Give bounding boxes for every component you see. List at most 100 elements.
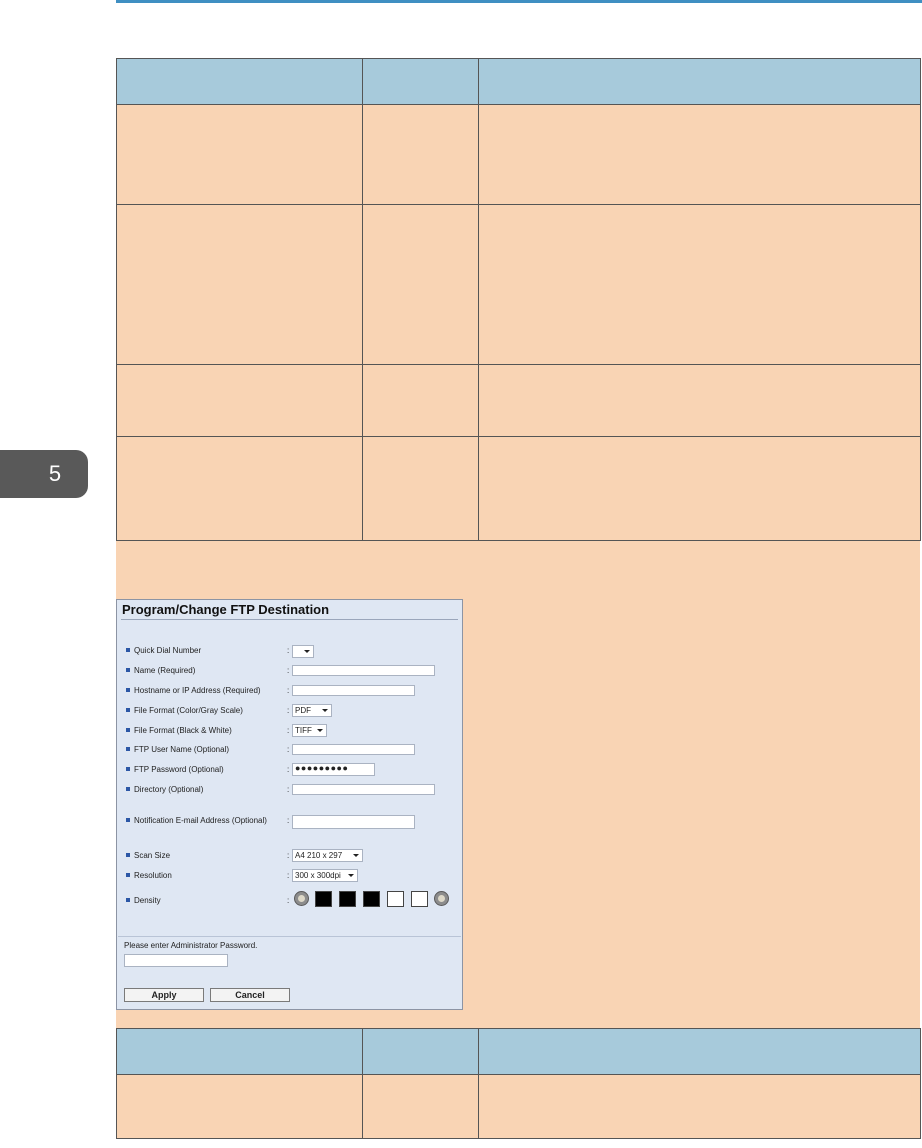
table-cell: [478, 104, 921, 205]
field-colon: :: [287, 706, 290, 715]
field-colon: :: [287, 726, 290, 735]
chevron-down-icon: [322, 709, 328, 712]
table-header-row: [116, 1028, 921, 1075]
password-mask: ●●●●●●●●●: [295, 763, 349, 773]
bullet-icon: [126, 728, 130, 732]
table-cell: [116, 436, 363, 541]
resolution-label: Resolution: [126, 871, 172, 880]
field-colon: :: [287, 765, 290, 774]
directory-label: Directory (Optional): [126, 785, 203, 794]
table-cell: [362, 104, 479, 205]
table-cell: [478, 436, 921, 541]
bullet-icon: [126, 787, 130, 791]
table-cell: [116, 1074, 363, 1139]
title-divider: [121, 619, 458, 620]
density-step-box[interactable]: [339, 891, 356, 907]
quick-dial-label: Quick Dial Number: [126, 646, 201, 655]
bullet-icon: [126, 873, 130, 877]
table-cell: [478, 204, 921, 365]
field-colon: :: [287, 666, 290, 675]
table-header-cell: [478, 58, 921, 105]
name-field[interactable]: [292, 665, 435, 676]
directory-field[interactable]: [292, 784, 435, 795]
bullet-icon: [126, 853, 130, 857]
ftp-user-field[interactable]: [292, 744, 415, 755]
bullet-icon: [126, 767, 130, 771]
table-cell: [116, 104, 363, 205]
quick-dial-select[interactable]: [292, 645, 314, 658]
header-rule: [116, 0, 922, 3]
table-row: [116, 1074, 921, 1139]
table-cell: [116, 204, 363, 365]
table-cell: [116, 364, 363, 437]
scan-size-select[interactable]: A4 210 x 297: [292, 849, 363, 862]
field-colon: :: [287, 816, 290, 825]
table-row: [116, 204, 921, 365]
section-divider: [118, 936, 461, 937]
bullet-icon: [126, 648, 130, 652]
field-colon: :: [287, 745, 290, 754]
hostname-field[interactable]: [292, 685, 415, 696]
density-label: Density: [126, 896, 161, 905]
table-row: [116, 364, 921, 437]
ftp-destination-dialog: Program/Change FTP Destination Quick Dia…: [116, 599, 463, 1010]
bullet-icon: [126, 708, 130, 712]
density-decrease-button[interactable]: [294, 891, 309, 906]
table-header-row: [116, 58, 921, 105]
notification-label: Notification E-mail Address (Optional): [126, 816, 267, 825]
format-bw-select[interactable]: TIFF: [292, 724, 327, 737]
cancel-button[interactable]: Cancel: [210, 988, 290, 1002]
chevron-down-icon: [353, 854, 359, 857]
chevron-down-icon: [317, 729, 323, 732]
format-bw-label: File Format (Black & White): [126, 726, 232, 735]
field-colon: :: [287, 851, 290, 860]
ftp-user-label: FTP User Name (Optional): [126, 745, 229, 754]
bullet-icon: [126, 818, 130, 822]
table-row: [116, 104, 921, 205]
density-step-box[interactable]: [363, 891, 380, 907]
table-cell: [478, 1074, 921, 1139]
table-row: [116, 436, 921, 541]
ftp-password-field[interactable]: ●●●●●●●●●: [292, 763, 375, 776]
table-header-cell: [362, 1028, 479, 1075]
field-colon: :: [287, 686, 290, 695]
table-header-cell: [116, 58, 363, 105]
settings-table: [116, 58, 921, 541]
density-step-box[interactable]: [387, 891, 404, 907]
settings-table-continued: [116, 1028, 921, 1139]
chevron-down-icon: [304, 650, 310, 653]
table-cell: [362, 436, 479, 541]
chevron-down-icon: [348, 874, 354, 877]
table-cell: [478, 364, 921, 437]
chapter-tab: 5: [0, 450, 88, 498]
table-cell: [362, 1074, 479, 1139]
notification-field[interactable]: [292, 815, 415, 829]
bullet-icon: [126, 688, 130, 692]
admin-password-prompt: Please enter Administrator Password.: [124, 941, 258, 950]
apply-button[interactable]: Apply: [124, 988, 204, 1002]
bullet-icon: [126, 747, 130, 751]
resolution-select[interactable]: 300 x 300dpi: [292, 869, 358, 882]
table-header-cell: [116, 1028, 363, 1075]
table-cell: [362, 364, 479, 437]
bullet-icon: [126, 668, 130, 672]
field-colon: :: [287, 646, 290, 655]
density-increase-button[interactable]: [434, 891, 449, 906]
admin-password-field[interactable]: [124, 954, 228, 967]
table-cell: [362, 204, 479, 365]
hostname-label: Hostname or IP Address (Required): [126, 686, 261, 695]
field-colon: :: [287, 871, 290, 880]
ftp-password-label: FTP Password (Optional): [126, 765, 224, 774]
density-step-box[interactable]: [411, 891, 428, 907]
dialog-title: Program/Change FTP Destination: [122, 602, 330, 617]
name-label: Name (Required): [126, 666, 195, 675]
bullet-icon: [126, 898, 130, 902]
density-step-box[interactable]: [315, 891, 332, 907]
field-colon: :: [287, 785, 290, 794]
table-header-cell: [478, 1028, 921, 1075]
scan-size-label: Scan Size: [126, 851, 170, 860]
field-colon: :: [287, 896, 290, 905]
format-color-label: File Format (Color/Gray Scale): [126, 706, 243, 715]
format-color-select[interactable]: PDF: [292, 704, 332, 717]
table-header-cell: [362, 58, 479, 105]
